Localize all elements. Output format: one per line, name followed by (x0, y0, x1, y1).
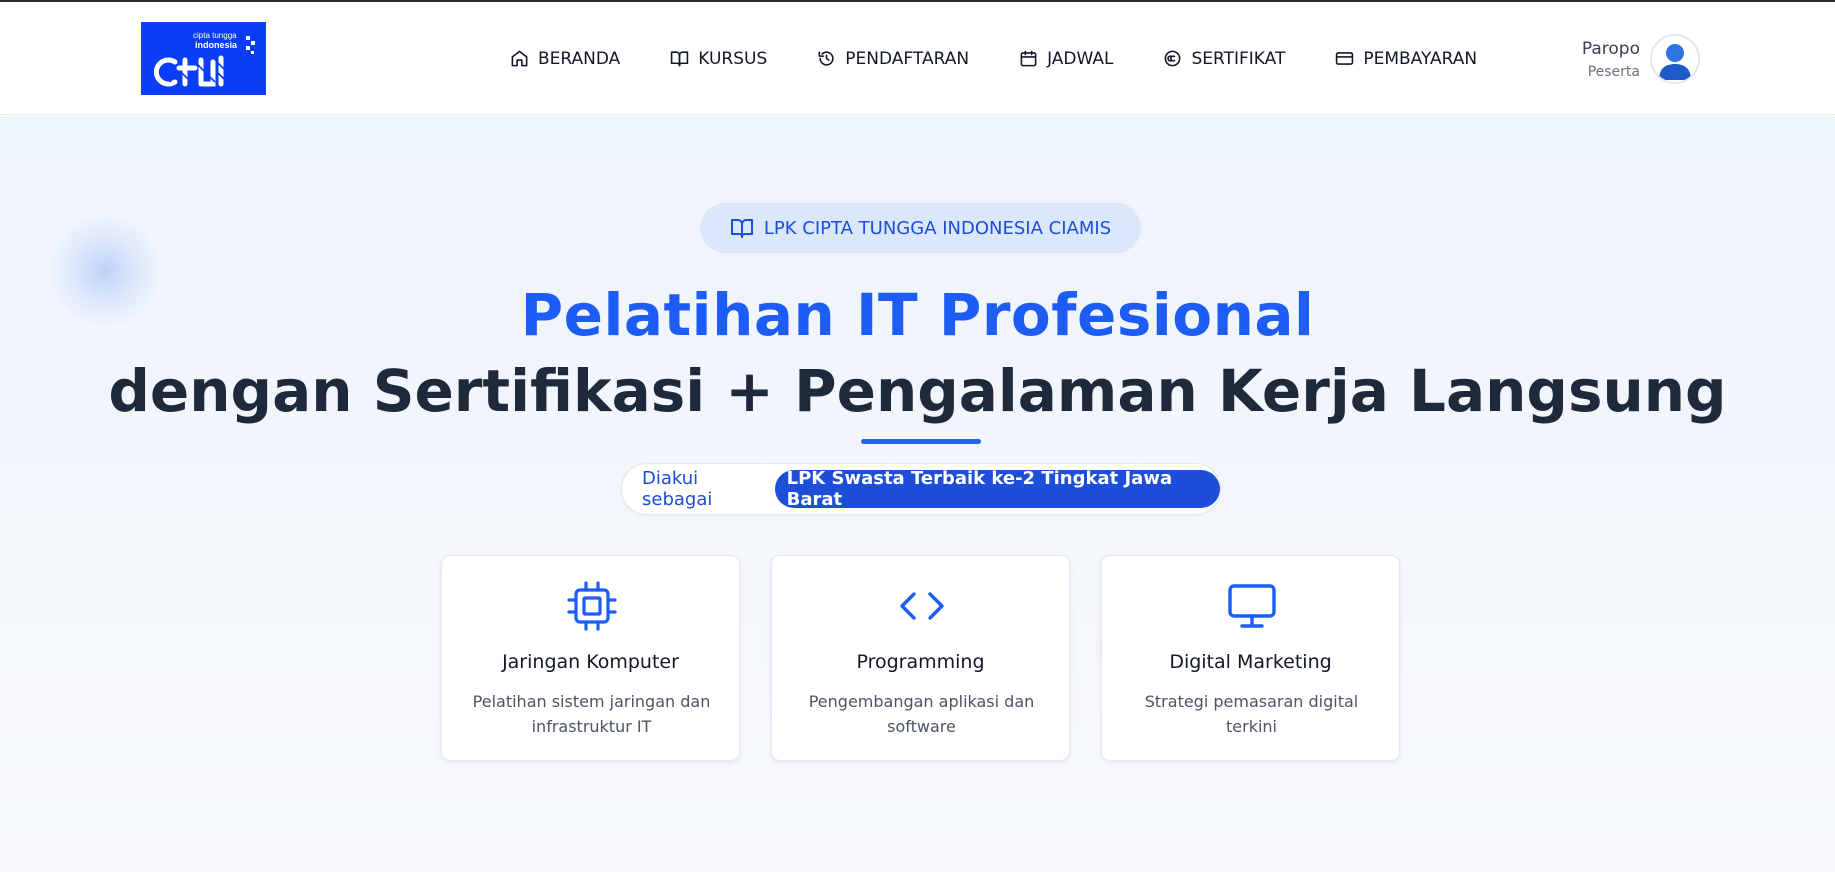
nav-pendaftaran-label: PENDAFTARAN (845, 48, 970, 69)
card-description: Strategi pemasaran digital terkini (1144, 692, 1359, 736)
card-digital-marketing[interactable]: Digital Marketing Strategi pemasaran dig… (1101, 555, 1400, 761)
nav-sertifikat-label: SERTIFIKAT (1191, 48, 1286, 69)
copyright-icon (1165, 50, 1181, 67)
title-underline (861, 439, 981, 444)
card-description: Pengembangan aplikasi dan software (808, 692, 1035, 736)
card-description: Pelatihan sistem jaringan dan infrastruk… (472, 692, 711, 736)
main-nav: BERANDA KURSUS PENDAFTARAN JADWAL SERTIF… (510, 2, 1527, 115)
institution-badge-label: LPK CIPTA TUNGGA INDONESIA CIAMIS (763, 217, 1112, 239)
course-cards: Jaringan Komputer Pelatihan sistem jarin… (441, 555, 1401, 761)
recognition-banner: Diakui sebagai LPK Swasta Terbaik ke-2 T… (621, 463, 1221, 515)
nav-jadwal-label: JADWAL (1047, 48, 1114, 69)
card-title: Programming (856, 651, 985, 673)
nav-beranda-label: BERANDA (538, 48, 621, 69)
recognition-prefix: Diakui sebagai (642, 468, 713, 510)
card-title: Digital Marketing (1169, 651, 1332, 673)
institution-badge: LPK CIPTA TUNGGA INDONESIA CIAMIS (700, 203, 1141, 253)
nav-sertifikat[interactable]: SERTIFIKAT (1163, 49, 1285, 69)
top-navbar: cipta tungga indonesia BERANDA KURSUS PE… (0, 2, 1835, 115)
nav-pembayaran[interactable]: PEMBAYARAN (1335, 49, 1477, 69)
nav-pendaftaran[interactable]: PENDAFTARAN (817, 49, 969, 69)
nav-kursus[interactable]: KURSUS (670, 49, 767, 69)
user-avatar-icon (1659, 44, 1691, 80)
hero-section: LPK CIPTA TUNGGA INDONESIA CIAMIS Pelati… (0, 116, 1835, 872)
logo-text-bold: indonesia (195, 40, 238, 50)
nav-kursus-label: KURSUS (698, 48, 768, 69)
recognition-highlight: LPK Swasta Terbaik ke-2 Tingkat Jawa Bar… (774, 468, 1220, 510)
logo-text-small: cipta tungga (193, 31, 237, 40)
site-logo[interactable]: cipta tungga indonesia (141, 22, 266, 95)
user-menu[interactable]: Paropo Peserta (1560, 34, 1700, 90)
home-icon (511, 50, 528, 67)
code-icon (900, 592, 944, 620)
user-role: Peserta (1587, 64, 1640, 80)
card-programming[interactable]: Programming Pengembangan aplikasi dan so… (771, 555, 1070, 761)
user-name: Paropo (1581, 39, 1640, 59)
nav-beranda[interactable]: BERANDA (510, 49, 620, 69)
book-open-icon (671, 51, 689, 67)
card-title: Jaringan Komputer (502, 651, 679, 673)
nav-jadwal[interactable]: JADWAL (1019, 49, 1113, 69)
calendar-icon (1020, 50, 1037, 67)
nav-pembayaran-label: PEMBAYARAN (1363, 48, 1478, 69)
credit-card-icon (1336, 52, 1354, 65)
monitor-icon (1228, 584, 1276, 628)
cpu-icon (567, 581, 617, 631)
card-jaringan-komputer[interactable]: Jaringan Komputer Pelatihan sistem jarin… (441, 555, 740, 761)
history-icon (818, 51, 834, 66)
avatar[interactable] (1650, 34, 1700, 84)
book-open-icon (730, 219, 753, 238)
hero-title: Pelatihan IT Profesional (520, 281, 1315, 349)
hero-subtitle: dengan Sertifikasi + Pengalaman Kerja La… (108, 357, 1727, 425)
